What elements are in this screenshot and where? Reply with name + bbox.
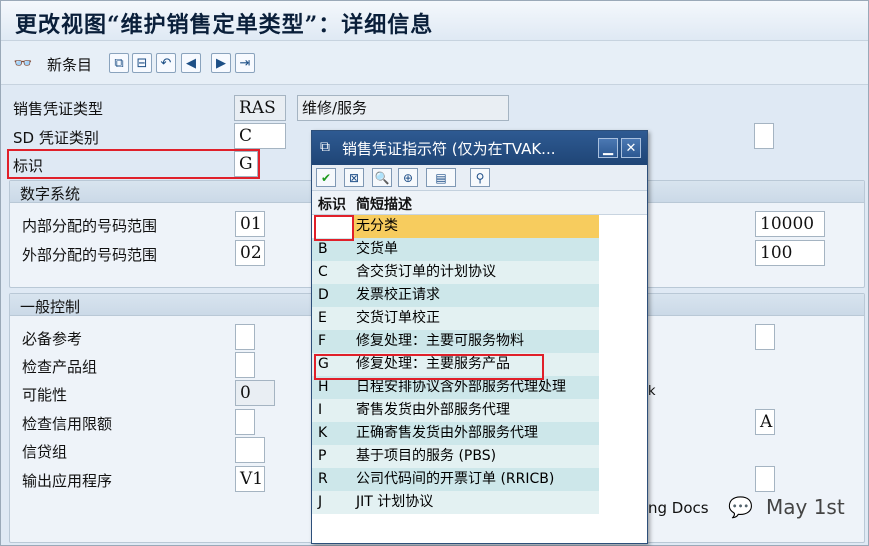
col-desc-header: 简短描述 (356, 197, 412, 213)
wechat-icon: 💬 (728, 495, 753, 519)
empty-row-highlight (314, 215, 354, 241)
partial-k-label: k (648, 384, 656, 399)
list-header: 标识 简短描述 (312, 191, 647, 215)
partial-docs-label: ng Docs (648, 499, 709, 517)
previous-entry-icon[interactable]: ◀ (181, 53, 201, 73)
popup-title: 销售凭证指示符 (仅为在TVAK... (342, 140, 556, 158)
find-next-icon[interactable]: ⊕ (398, 168, 418, 187)
list-item[interactable]: B 交货单 (312, 238, 599, 261)
doc-type-desc-field: 维修/服务 (297, 95, 509, 121)
list-item[interactable]: I 寄售发货由外部服务代理 (312, 399, 599, 422)
right-field-2[interactable]: 100 (755, 240, 825, 266)
window-title: 更改视图“维护销售定单类型”：详细信息 (15, 12, 434, 38)
doc-type-label: 销售凭证类型 (13, 100, 104, 118)
internal-range-field[interactable]: 01 (235, 211, 265, 237)
check-credit-field[interactable] (235, 409, 255, 435)
list-item[interactable]: C 含交货订单的计划协议 (312, 261, 599, 284)
right-field-a[interactable]: A (755, 409, 775, 435)
list-item[interactable]: K 正确寄售发货由外部服务代理 (312, 422, 599, 445)
list-item[interactable]: P 基于项目的服务 (PBS) (312, 445, 599, 468)
popup-title-bar: ⧉ 销售凭证指示符 (仅为在TVAK... ▁ ✕ (312, 131, 647, 165)
settings-icon[interactable]: ⚲ (470, 168, 490, 187)
right-checkbox-1[interactable] (754, 123, 774, 149)
check-credit-label: 检查信用限额 (22, 415, 113, 433)
select-entry-icon[interactable]: ⇥ (235, 53, 255, 73)
delete-icon[interactable]: ⊟ (132, 53, 152, 73)
credit-group-label: 信贷组 (22, 443, 68, 461)
next-entry-icon[interactable]: ▶ (211, 53, 231, 73)
mandatory-ref-checkbox[interactable] (235, 324, 255, 350)
watermark-text: May 1st (766, 495, 845, 519)
list-item[interactable]: J JIT 计划协议 (312, 491, 599, 514)
doc-type-field[interactable]: RAS (234, 95, 286, 121)
number-system-title: 数字系统 (20, 185, 81, 203)
indicator-value-help-popup: ⧉ 销售凭证指示符 (仅为在TVAK... ▁ ✕ ✔ ⊠ 🔍 ⊕ ▤ ⚲ 标识… (311, 130, 648, 544)
probability-label: 可能性 (22, 386, 68, 404)
print-icon[interactable]: ▤ (426, 168, 456, 187)
external-range-label: 外部分配的号码范围 (22, 246, 158, 264)
check-division-label: 检查产品组 (22, 358, 98, 376)
output-app-field[interactable]: V1 (235, 466, 265, 492)
general-control-title: 一般控制 (20, 298, 81, 316)
confirm-icon[interactable]: ✔ (316, 168, 336, 187)
indicator-highlight (7, 149, 260, 179)
sd-category-label: SD 凭证类别 (13, 129, 99, 147)
popup-window-icon: ⧉ (320, 139, 330, 155)
mandatory-ref-label: 必备参考 (22, 330, 83, 348)
find-icon[interactable]: 🔍 (372, 168, 392, 187)
title-bar: 更改视图“维护销售定单类型”：详细信息 (1, 1, 868, 41)
row-g-highlight (314, 354, 544, 380)
right-checkbox-2[interactable] (755, 324, 775, 350)
sd-category-field[interactable]: C (234, 123, 286, 149)
cancel-icon[interactable]: ⊠ (344, 168, 364, 187)
toolbar: 👓 新条目 ⧉ ⊟ ↶ ◀ ▶ ⇥ (1, 41, 868, 85)
credit-group-field[interactable] (235, 437, 265, 463)
right-checkbox-3[interactable] (755, 466, 775, 492)
probability-field[interactable]: 0 (235, 380, 275, 406)
check-division-checkbox[interactable] (235, 352, 255, 378)
list-item[interactable]: R 公司代码间的开票订单 (RRICB) (312, 468, 599, 491)
external-range-field[interactable]: 02 (235, 240, 265, 266)
internal-range-label: 内部分配的号码范围 (22, 217, 158, 235)
right-field-1[interactable]: 10000 (755, 211, 825, 237)
col-key-header: 标识 (318, 197, 346, 213)
indicator-list: 标识 简短描述 无分类 B 交货单 C 含交货订单的计划协议 D 发票校正请求 E 交货… (312, 191, 647, 514)
new-entries-button[interactable]: 新条目 (47, 54, 92, 75)
list-item[interactable]: F 修复处理：主要可服务物料 (312, 330, 599, 353)
list-item[interactable]: D 发票校正请求 (312, 284, 599, 307)
popup-toolbar: ✔ ⊠ 🔍 ⊕ ▤ ⚲ (312, 165, 647, 191)
copy-icon[interactable]: ⧉ (109, 53, 129, 73)
minimize-icon[interactable]: ▁ (598, 138, 618, 158)
list-item[interactable]: E 交货订单校正 (312, 307, 599, 330)
close-icon[interactable]: ✕ (621, 138, 641, 158)
display-change-icon[interactable]: 👓 (13, 53, 33, 73)
undo-icon[interactable]: ↶ (156, 53, 176, 73)
list-item[interactable]: 无分类 (312, 215, 599, 238)
output-app-label: 输出应用程序 (22, 472, 113, 490)
